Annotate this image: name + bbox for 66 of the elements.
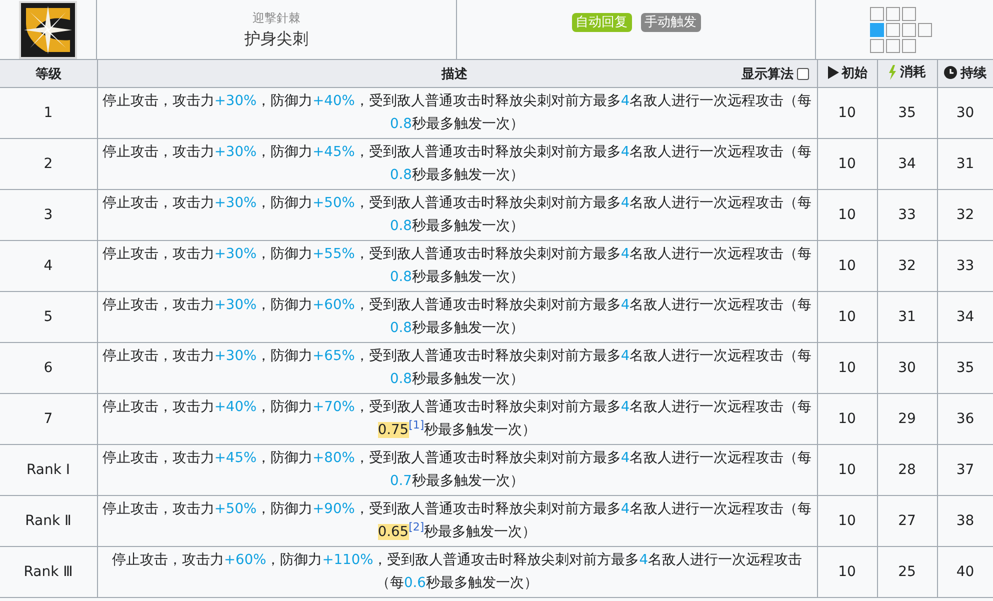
level-cell: 5 (44, 309, 53, 325)
description-text: 停止攻击，攻击力+60%，防御力+110%，受到敌人普通攻击时释放尖刺对前方最多4名敌人进行一次远程攻击（每0.6秒最多触发一次） (110, 551, 804, 593)
column-header: 初始 (842, 64, 868, 82)
description-text: 停止攻击，攻击力+40%，防御力+70%，受到敌人普通攻击时释放尖刺对前方最多4名敌人进行一次远程攻击（每 0.75$^{[1]}$秒最多触发一次） (101, 398, 813, 440)
skill-subtitle: 迎撃針棘 (252, 10, 300, 26)
column-header: 等级 (35, 66, 62, 82)
skill-tag: 手动触发 (640, 13, 700, 32)
table-cell: 10 (838, 411, 856, 427)
description-text: 停止攻击，攻击力+30%，防御力+45%，受到敌人普通攻击时释放尖刺对前方最多4名敌人进行一次远程攻击（每 0.8秒最多触发一次） (101, 143, 813, 185)
table-cell: 10 (838, 207, 856, 223)
lightning-icon (888, 64, 897, 80)
level-cell: 7 (44, 411, 53, 427)
level-cell: 2 (44, 156, 53, 172)
level-cell: Rank Ⅱ (25, 513, 72, 529)
table-cell: 38 (956, 513, 974, 529)
description-text: 停止攻击，攻击力+30%，防御力+65%，受到敌人普通攻击时释放尖刺对前方最多4名敌人进行一次远程攻击（每 0.8秒最多触发一次） (101, 347, 813, 389)
table-cell: 10 (838, 564, 856, 580)
level-cell: 6 (44, 360, 53, 376)
checkbox[interactable] (796, 68, 808, 80)
skill-tag: 自动回复 (572, 13, 632, 32)
table-cell: 37 (956, 462, 974, 478)
table-cell: 27 (898, 513, 916, 529)
table-cell: 30 (956, 105, 974, 121)
table-cell: 10 (838, 462, 856, 478)
clock-icon (944, 66, 958, 80)
table-cell: 34 (956, 309, 974, 325)
table-cell: 31 (956, 156, 974, 172)
table-cell: 34 (898, 156, 916, 172)
column-header: 消耗 (900, 64, 926, 82)
table-cell: 10 (838, 258, 856, 274)
footnote-link[interactable]: [1] (408, 418, 424, 432)
table-cell: 36 (956, 411, 974, 427)
column-header: 持续 (960, 64, 986, 82)
table-cell: 31 (898, 309, 916, 325)
footnote-link[interactable]: [2] (408, 520, 424, 534)
play-icon (826, 66, 838, 80)
table-cell: 29 (898, 411, 916, 427)
skill-name: 护身尖刺 (244, 28, 308, 50)
description-text: 停止攻击，攻击力+30%，防御力+50%，受到敌人普通攻击时释放尖刺对前方最多4名敌人进行一次远程攻击（每 0.8秒最多触发一次） (101, 194, 813, 236)
table-cell: 10 (838, 309, 856, 325)
level-cell: 1 (44, 105, 53, 121)
table-cell: 33 (956, 258, 974, 274)
level-cell: 3 (44, 207, 53, 223)
column-header: 描述 (442, 66, 468, 82)
table-cell: 30 (898, 360, 916, 376)
table-cell: 32 (956, 207, 974, 223)
table-cell: 35 (898, 105, 916, 121)
table-cell: 35 (956, 360, 974, 376)
description-text: 停止攻击，攻击力+50%，防御力+90%，受到敌人普通攻击时释放尖刺对前方最多4名敌人进行一次远程攻击（每 0.65$^{[2]}$秒最多触发一次） (101, 500, 813, 542)
description-text: 停止攻击，攻击力+30%，防御力+60%，受到敌人普通攻击时释放尖刺对前方最多4名敌人进行一次远程攻击（每 0.8秒最多触发一次） (101, 296, 813, 338)
table-cell: 33 (898, 207, 916, 223)
table-cell: 28 (898, 462, 916, 478)
table-cell: 10 (838, 513, 856, 529)
table-cell: 10 (838, 156, 856, 172)
level-cell: Rank Ⅲ (24, 564, 73, 580)
level-cell: 4 (44, 258, 53, 274)
level-cell: Rank Ⅰ (26, 462, 70, 478)
table-cell: 10 (838, 360, 856, 376)
table-cell: 25 (898, 564, 916, 580)
table-cell: 32 (898, 258, 916, 274)
description-text: 停止攻击，攻击力+30%，防御力+40%，受到敌人普通攻击时释放尖刺对前方最多4名敌人进行一次远程攻击（每 0.8秒最多触发一次） (101, 92, 813, 134)
description-text: 停止攻击，攻击力+45%，防御力+80%，受到敌人普通攻击时释放尖刺对前方最多4名敌人进行一次远程攻击（每 0.7秒最多触发一次） (101, 449, 813, 491)
table-cell: 10 (838, 105, 856, 121)
show-formula-label: 显示算法 (742, 66, 794, 82)
table-cell: 40 (956, 564, 974, 580)
description-text: 停止攻击，攻击力+30%，防御力+55%，受到敌人普通攻击时释放尖刺对前方最多4名敌人进行一次远程攻击（每 0.8秒最多触发一次） (101, 245, 813, 287)
